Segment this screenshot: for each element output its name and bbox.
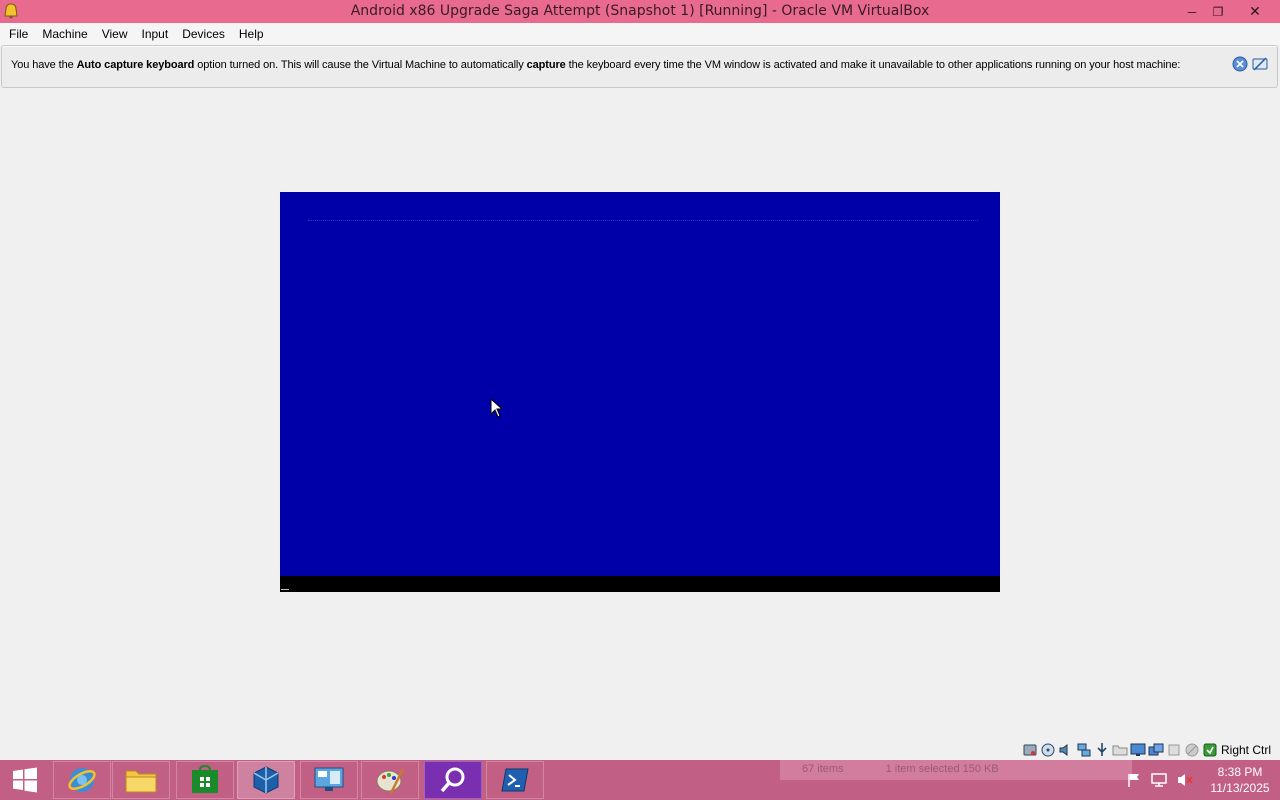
- network-icon[interactable]: [1076, 742, 1092, 758]
- vm-status-bar: Right Ctrl: [1022, 740, 1280, 760]
- host-key-label[interactable]: Right Ctrl: [1221, 743, 1271, 757]
- cpu-icon[interactable]: [1166, 742, 1182, 758]
- video-capture-icon[interactable]: [1148, 742, 1164, 758]
- notice-bold-1: Auto capture keyboard: [76, 59, 195, 71]
- taskbar-virtualbox[interactable]: [237, 761, 295, 799]
- menu-file[interactable]: File: [2, 23, 35, 45]
- start-button[interactable]: [0, 760, 50, 800]
- powershell-icon: [501, 768, 529, 792]
- remote-desktop-icon: [314, 767, 344, 791]
- close-button[interactable]: ✕: [1232, 0, 1278, 23]
- peek-item-count: 67 items: [802, 763, 844, 775]
- search-icon: [440, 767, 465, 793]
- clock-date: 11/13/2025: [1210, 781, 1270, 795]
- taskbar-internet-explorer[interactable]: [53, 761, 111, 799]
- store-icon: [192, 765, 218, 793]
- system-tray: [1126, 770, 1194, 790]
- mouse-pointer-icon: [490, 398, 504, 418]
- notice-text-2: option turned on. This will cause the Vi…: [194, 59, 527, 71]
- paint-icon: [376, 768, 405, 794]
- internet-explorer-icon: [68, 768, 96, 792]
- taskbar-clock[interactable]: 8:38 PM 11/13/2025: [1200, 764, 1280, 798]
- action-center-flag-icon[interactable]: [1126, 772, 1142, 788]
- audio-icon[interactable]: [1058, 742, 1074, 758]
- volume-muted-icon[interactable]: [1176, 772, 1194, 788]
- taskbar: 67 items 1 item selected 150 KB 8:38 PM 1…: [0, 760, 1280, 800]
- taskbar-store[interactable]: [176, 761, 234, 799]
- file-explorer-icon: [125, 770, 157, 793]
- hard-disk-icon[interactable]: [1022, 742, 1038, 758]
- taskbar-powershell[interactable]: [486, 761, 544, 799]
- notice-text-1: You have the: [11, 59, 77, 71]
- taskbar-paint[interactable]: [361, 761, 419, 799]
- usb-icon[interactable]: [1094, 742, 1110, 758]
- maximize-button[interactable]: ❐: [1205, 0, 1231, 23]
- mouse-integration-icon[interactable]: [1184, 742, 1200, 758]
- vm-display[interactable]: [280, 192, 1000, 592]
- notice-message: You have the Auto capture keyboard optio…: [11, 59, 1180, 71]
- windows-logo-icon: [13, 767, 37, 793]
- window-title: Android x86 Upgrade Saga Attempt (Snapsh…: [350, 3, 930, 19]
- notice-bold-2: capture: [526, 59, 566, 71]
- explorer-status-peek: 67 items 1 item selected 150 KB: [780, 760, 1132, 780]
- notice-text-3: the keyboard every time the VM window is…: [565, 59, 1181, 71]
- title-bar: Android x86 Upgrade Saga Attempt (Snapsh…: [0, 0, 1280, 23]
- virtualbox-icon: [253, 766, 279, 794]
- peek-selection: 1 item selected 150 KB: [885, 763, 999, 775]
- taskbar-search[interactable]: [424, 761, 482, 799]
- menu-bar: File Machine View Input Devices Help: [0, 23, 1280, 45]
- network-tray-icon[interactable]: [1150, 772, 1168, 788]
- menu-view[interactable]: View: [95, 23, 135, 45]
- shared-folders-icon[interactable]: [1112, 742, 1128, 758]
- menu-devices[interactable]: Devices: [175, 23, 232, 45]
- vm-console-line: [280, 576, 1000, 592]
- taskbar-remote-desktop[interactable]: [300, 761, 358, 799]
- minimize-button[interactable]: ─: [1179, 0, 1205, 23]
- clock-time: 8:38 PM: [1217, 765, 1263, 779]
- menu-help[interactable]: Help: [232, 23, 271, 45]
- menu-input[interactable]: Input: [135, 23, 176, 45]
- menu-machine[interactable]: Machine: [35, 23, 94, 45]
- taskbar-file-explorer[interactable]: [112, 761, 170, 799]
- vm-border-line: [308, 220, 978, 221]
- info-icon[interactable]: [1232, 56, 1248, 72]
- keyboard-capture-notice: You have the Auto capture keyboard optio…: [1, 45, 1278, 88]
- close-notice-icon[interactable]: [1252, 56, 1268, 72]
- text-cursor: [281, 589, 289, 590]
- keyboard-capture-icon[interactable]: [1202, 742, 1218, 758]
- optical-drive-icon[interactable]: [1040, 742, 1056, 758]
- display-icon[interactable]: [1130, 742, 1146, 758]
